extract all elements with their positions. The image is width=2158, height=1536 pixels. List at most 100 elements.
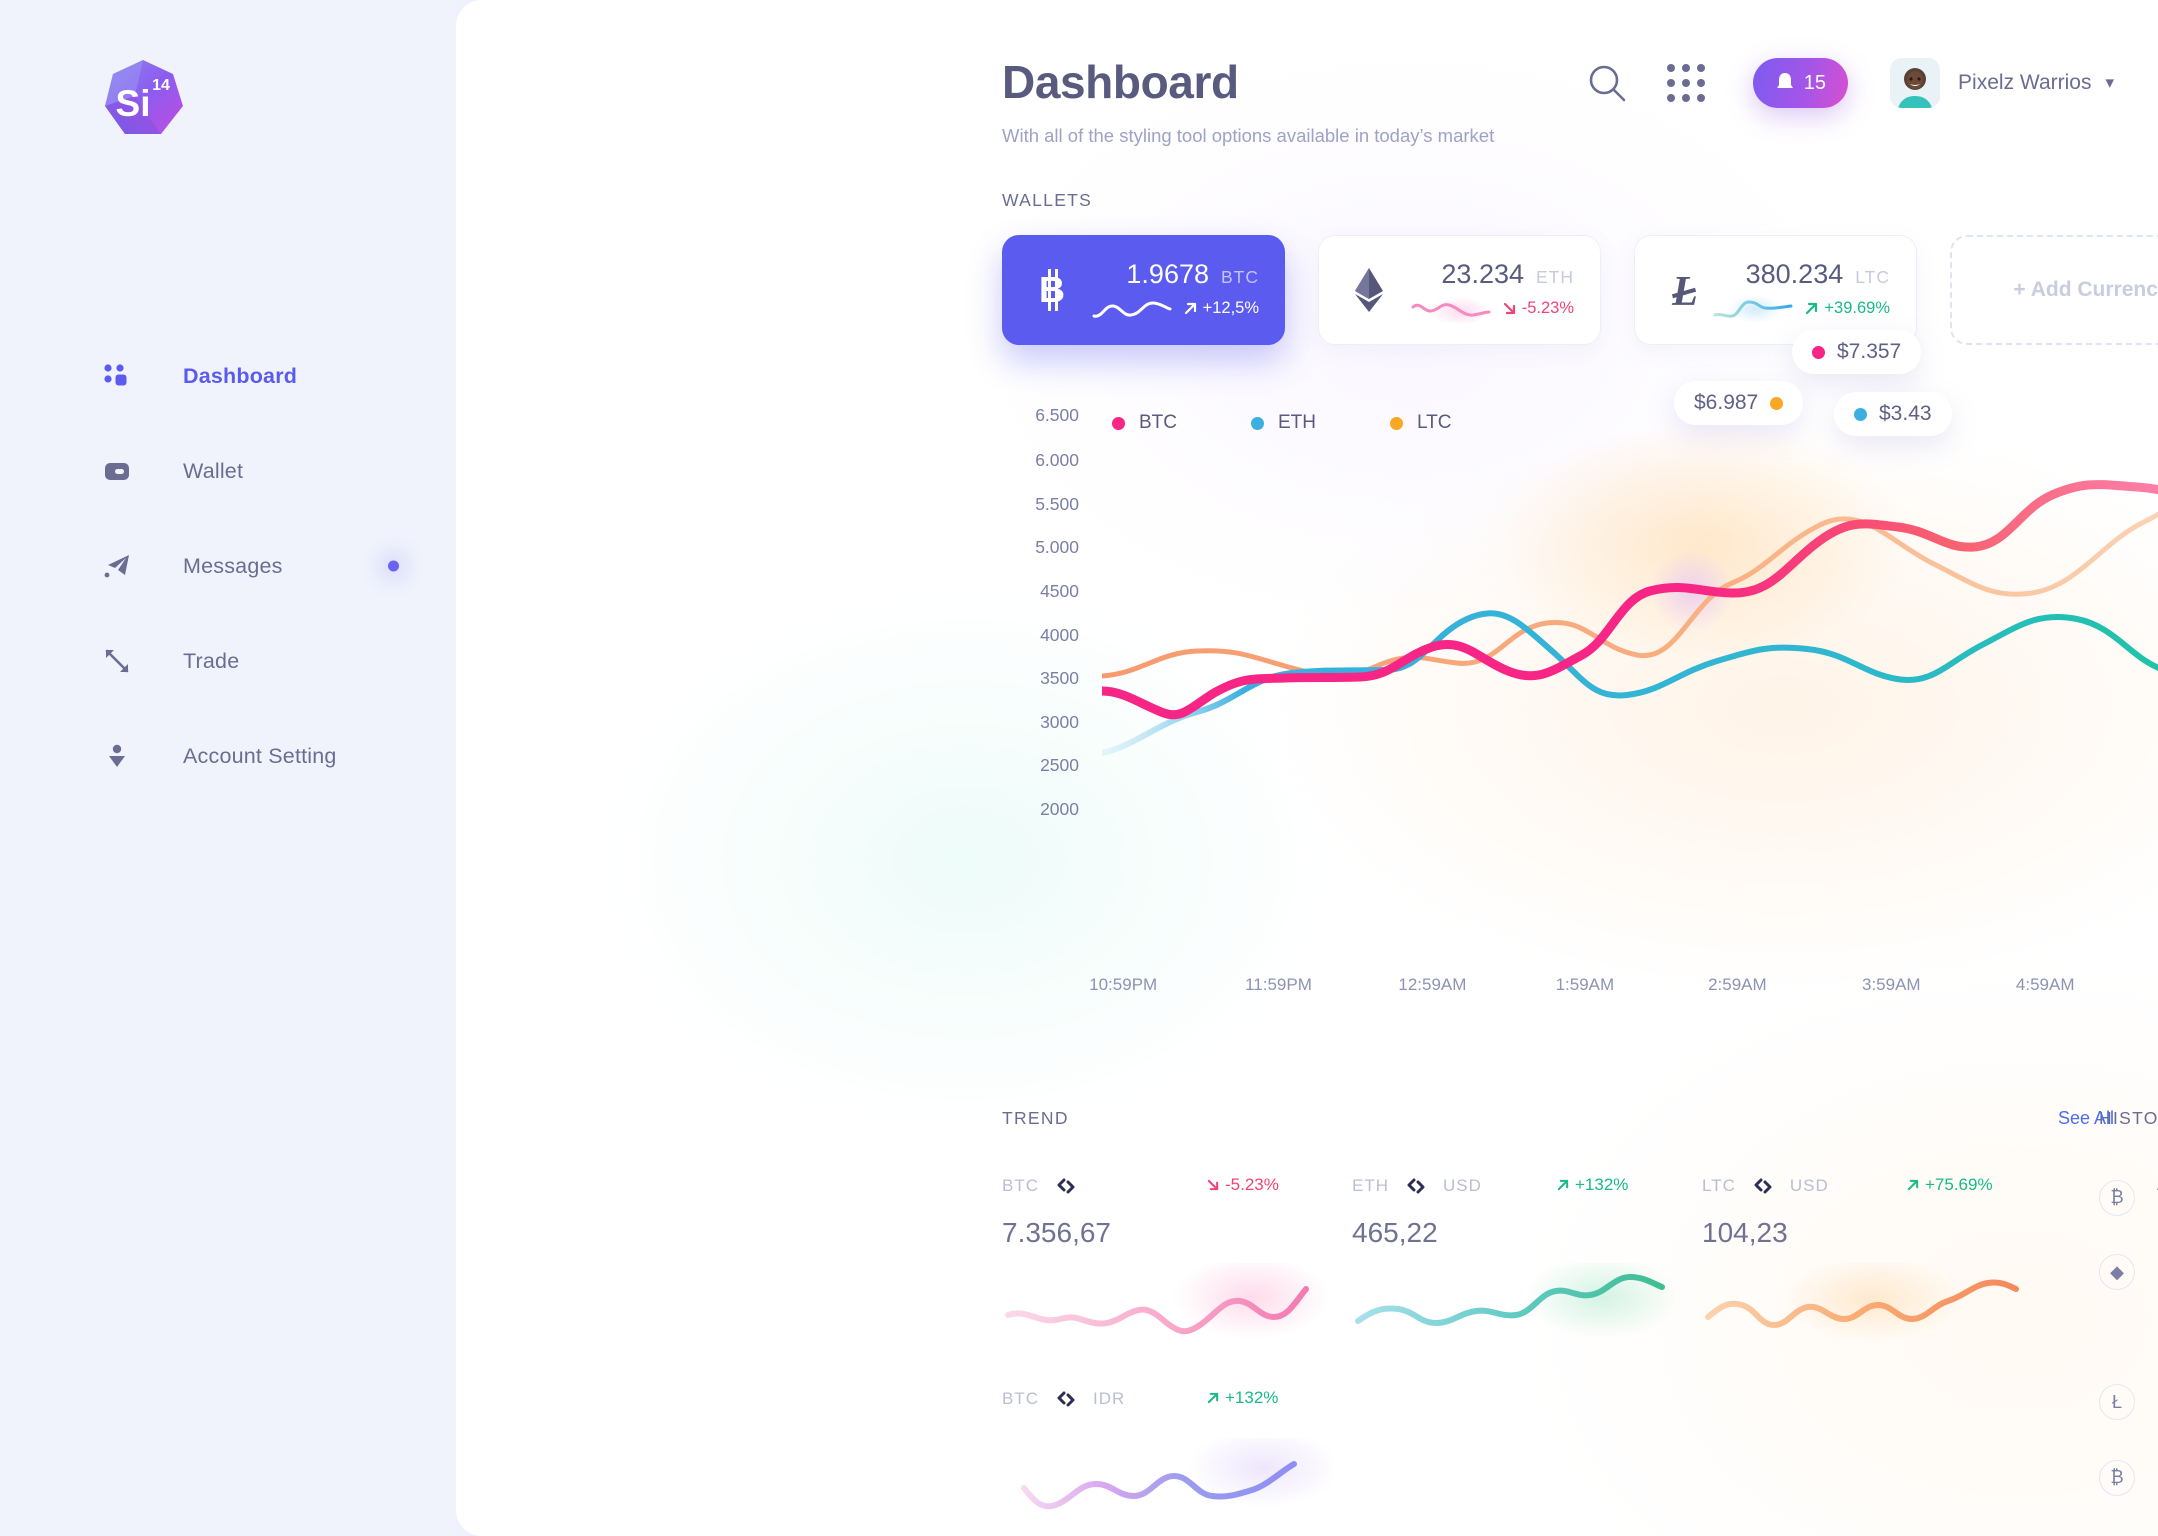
trend-sparkline-pink — [1005, 1263, 1330, 1339]
x-tick: 10:59PM — [1089, 975, 1158, 994]
avatar[interactable] — [1890, 58, 1941, 108]
apps-grid-icon[interactable] — [1666, 63, 1707, 103]
search-icon[interactable] — [1585, 61, 1629, 105]
x-tick: 2:59AM — [1708, 975, 1767, 994]
chevron-down-icon[interactable]: ▾ — [2105, 73, 2114, 93]
y-tick: 6.500 — [1035, 405, 1079, 425]
sidebar-item-label: Trade — [183, 648, 240, 673]
wallet-change: -5.23% — [1503, 299, 1574, 318]
arrow-up-icon — [1184, 302, 1196, 315]
history-item[interactable]: ◆ Cicilan mobil -5.23% 08/26/2018 — [2099, 1254, 2158, 1290]
person-icon — [100, 739, 134, 773]
x-tick: 3:59AM — [1862, 975, 1921, 994]
trend-change: +75.69% — [1907, 1175, 1993, 1195]
swap-icon — [1405, 1178, 1427, 1194]
trend-card-ltc[interactable]: LTC USD +75.69% 104,23 — [1702, 1175, 2052, 1345]
wallets-section-label: WALLETS — [1002, 190, 1093, 210]
main-content: Dashboard With all of the styling tool o… — [456, 0, 2158, 1536]
wallet-card-btc[interactable]: B 1.9678 BTC +12,5% — [1002, 235, 1285, 345]
app-logo[interactable]: Si 14 — [95, 52, 205, 152]
trade-arrows-icon — [100, 644, 134, 678]
sidebar: Si 14 Dashboard Wallet Messages Trade Ac… — [0, 0, 456, 1536]
trend-sparkline-orange — [1705, 1263, 2019, 1341]
sidebar-item-dashboard[interactable]: Dashboard — [0, 352, 456, 400]
grid-icon — [100, 359, 134, 393]
arrow-up-icon — [1907, 1179, 1919, 1191]
chart-x-axis: 10:59PM 11:59PM 12:59AM 1:59AM 2:59AM 3:… — [1089, 975, 2158, 1005]
sidebar-item-label: Messages — [183, 553, 283, 578]
sidebar-item-label: Dashboard — [183, 363, 298, 388]
wallet-currency: LTC — [1855, 266, 1890, 287]
tooltip-value: $7.357 — [1837, 340, 1902, 363]
litecoin-icon: Ł — [2099, 1384, 2135, 1420]
trend-card-btc[interactable]: BTC -5.23% 7.356,67 — [1002, 1175, 1352, 1345]
wallet-card-eth[interactable]: 23.234 ETH -5.23% — [1318, 235, 1601, 345]
sidebar-item-account-setting[interactable]: Account Setting — [0, 732, 456, 780]
history-item[interactable]: ₿ Hasil mining 3 mingguu +0.025 08/26/20… — [2099, 1452, 2158, 1503]
wallet-sparkline — [1411, 295, 1491, 322]
page-title: Dashboard — [1002, 56, 1239, 108]
bell-icon — [1776, 73, 1793, 88]
trend-card-btc-idr[interactable]: BTC IDR +132% — [1002, 1388, 1360, 1536]
arrow-up-icon — [1806, 302, 1818, 315]
bitcoin-icon: ₿ — [2099, 1459, 2135, 1496]
trend-quote: IDR — [1093, 1389, 1126, 1408]
see-all-link[interactable]: See All — [2058, 1108, 2114, 1129]
sidebar-item-trade[interactable]: Trade — [0, 637, 456, 685]
x-tick: 12:59AM — [1398, 975, 1467, 994]
notifications-count: 15 — [1803, 71, 1827, 94]
wallet-sparkline — [1713, 295, 1793, 322]
wallets-row: B 1.9678 BTC +12,5% 23.234 ETH -5.23% 38… — [1002, 235, 2158, 345]
swap-icon — [1055, 1391, 1077, 1407]
add-currency-label: + Add Currency — [2013, 278, 2158, 301]
x-tick: 1:59AM — [1555, 975, 1615, 994]
user-name[interactable]: Pixelz Warrios — [1958, 71, 2091, 95]
trend-quote: USD — [1443, 1176, 1482, 1195]
wallet-currency: ETH — [1536, 266, 1574, 287]
sidebar-item-messages[interactable]: Messages — [0, 542, 456, 590]
sidebar-item-label: Wallet — [183, 458, 244, 483]
price-chart: 6.500 6.000 5.500 5.000 4500 4000 3500 3… — [1002, 330, 2158, 1025]
chart-plot — [1102, 423, 2158, 756]
trend-value: 7.356,67 — [1002, 1217, 1111, 1248]
arrow-down-icon — [1503, 302, 1515, 315]
x-tick: 4:59AM — [2015, 975, 2075, 994]
tooltip-value: $6.987 — [1694, 391, 1759, 414]
page-subtitle: With all of the styling tool options ava… — [1002, 125, 1495, 146]
svg-text:14: 14 — [152, 77, 170, 94]
wallet-amount: 1.9678 — [1126, 258, 1209, 289]
sidebar-nav: Dashboard Wallet Messages Trade Account … — [0, 352, 456, 827]
trend-quote: USD — [1789, 1176, 1829, 1195]
sidebar-item-wallet[interactable]: Wallet — [0, 447, 456, 495]
wallet-amount: 380.234 — [1745, 258, 1844, 289]
y-tick: 4000 — [1040, 625, 1079, 645]
trend-base: LTC — [1702, 1176, 1736, 1195]
trend-base: BTC — [1002, 1389, 1039, 1408]
trend-cards: BTC -5.23% 7.356,67 ETH USD +132% 465,22… — [1002, 1175, 2052, 1536]
bitcoin-icon: B — [1026, 268, 1078, 312]
y-tick: 5.500 — [1035, 494, 1079, 514]
trend-card-eth[interactable]: ETH USD +132% 465,22 — [1352, 1175, 1702, 1345]
y-tick: 5.000 — [1035, 537, 1079, 557]
page-header: Dashboard With all of the styling tool o… — [1002, 55, 1494, 147]
wallet-change: +12,5% — [1184, 299, 1259, 318]
trend-sparkline-purple — [1021, 1438, 1332, 1510]
y-tick: 6.000 — [1035, 450, 1079, 470]
trend-value: 465,22 — [1352, 1217, 1438, 1248]
history-item[interactable]: ₿ Akhirnya Joko bayar Utang +0.025 08/26… — [2099, 1172, 2158, 1223]
send-icon — [100, 549, 134, 583]
arrow-down-icon — [1207, 1179, 1219, 1191]
dashboard-app: Si 14 Dashboard Wallet Messages Trade Ac… — [0, 0, 2158, 1536]
wallet-amount: 23.234 — [1441, 258, 1524, 289]
header-actions: 15 Pixelz Warrios ▾ — [1585, 58, 2114, 108]
sidebar-item-label: Account Setting — [183, 743, 337, 768]
wallet-card-ltc[interactable]: L 380.234 LTC — [1634, 235, 1917, 345]
notifications-button[interactable]: 15 — [1752, 58, 1849, 108]
history-item[interactable]: Ł Langganan odobe CC -5.23% 08/26/2018 — [2099, 1384, 2158, 1420]
trend-base: BTC — [1002, 1176, 1039, 1195]
bitcoin-icon: ₿ — [2099, 1179, 2135, 1216]
svg-text:B: B — [1039, 269, 1065, 310]
chart-tooltip-ltc: $6.987 — [1674, 381, 1804, 425]
swap-icon — [1752, 1178, 1774, 1194]
add-currency-button[interactable]: + Add Currency — [1950, 235, 2158, 345]
